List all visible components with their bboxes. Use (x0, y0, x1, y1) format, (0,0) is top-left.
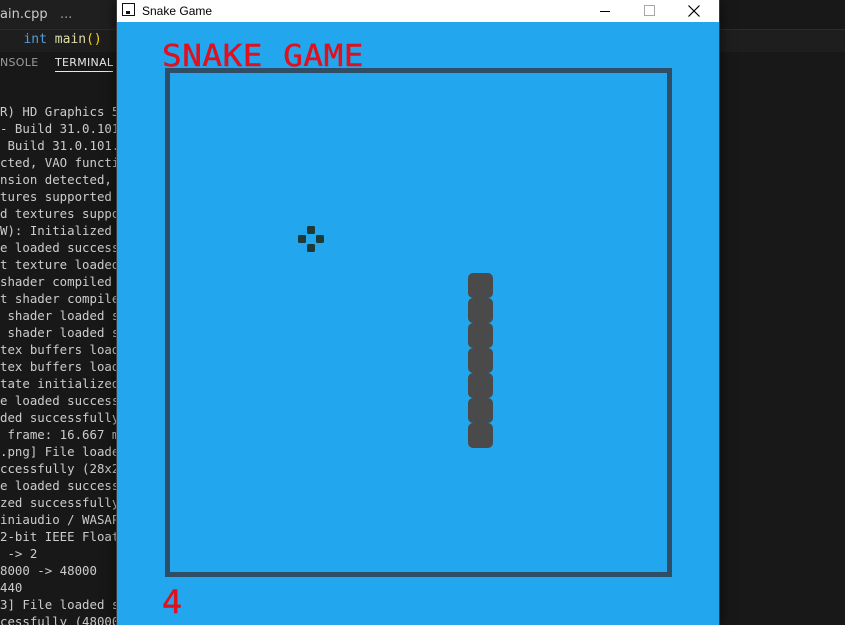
close-button[interactable] (671, 0, 717, 22)
terminal-line: t texture loaded (0, 257, 120, 272)
terminal-line: shader loaded su (0, 325, 127, 340)
maximize-icon (644, 5, 655, 16)
terminal-right-area (717, 74, 845, 625)
terminal-line: tex buffers loade (0, 342, 127, 357)
snake-segment (468, 373, 493, 398)
terminal-line: e loaded successf (0, 393, 127, 408)
terminal-line: shader loaded su (0, 308, 127, 323)
terminal-line: cted, VAO functio (0, 155, 127, 170)
snake-segment (468, 348, 493, 373)
snake-head (468, 273, 493, 298)
terminal-line: - Build 31.0.101. (0, 121, 127, 136)
maximize-button[interactable] (626, 0, 672, 22)
snake-segment (468, 298, 493, 323)
terminal-line: frame: 16.667 mi (0, 427, 127, 442)
breadcrumb-more[interactable]: ... (60, 0, 72, 29)
terminal-line: tate initialized (0, 376, 120, 391)
window-titlebar[interactable]: Snake Game (117, 0, 719, 22)
terminal-line: shader compiled s (0, 274, 127, 289)
tab-terminal[interactable]: TERMINAL (55, 52, 114, 72)
window-title: Snake Game (142, 4, 213, 18)
terminal-line: Build 31.0.101.2 (0, 138, 127, 153)
snake-segment (468, 423, 493, 448)
terminal-line: tures supported (0, 189, 112, 204)
terminal-line: 440 (0, 580, 23, 595)
terminal-line: d textures suppor (0, 206, 127, 221)
code-line: int main() (23, 32, 102, 47)
terminal-line: ccessfully (28x28 (0, 461, 127, 476)
terminal-line: 2-bit IEEE Floati (0, 529, 127, 544)
editor-tab-filename: ain.cpp (0, 7, 48, 22)
terminal-line: e loaded successf (0, 240, 127, 255)
terminal-line: nsion detected, f (0, 172, 127, 187)
game-board (165, 68, 672, 577)
terminal-line: R) HD Graphics 52 (0, 104, 127, 119)
terminal-line: 8000 -> 48000 (0, 563, 97, 578)
terminal-line: .png] File loaded (0, 444, 127, 459)
terminal-line: iniaudio / WASAPI (0, 512, 127, 527)
terminal-line: zed successfully (0, 495, 120, 510)
score-value: 4 (162, 585, 182, 619)
terminal-line: ded successfully (0, 410, 120, 425)
snake-game-window: Snake Game SNAKE GAME 4 (116, 0, 720, 625)
minimize-icon (600, 11, 610, 12)
snake-segment (468, 398, 493, 423)
snake-segment (468, 323, 493, 348)
close-icon (688, 5, 700, 17)
terminal-line: tex buffers loade (0, 359, 127, 374)
terminal-line: t shader compiled (0, 291, 127, 306)
terminal-line: W): Initialized s (0, 223, 127, 238)
food-icon (298, 226, 324, 252)
game-title: SNAKE GAME (162, 39, 364, 72)
terminal-line: e loaded successf (0, 478, 127, 493)
app-icon (122, 3, 135, 16)
tab-console[interactable]: NSOLE (0, 52, 38, 74)
terminal-line: -> 2 (0, 546, 38, 561)
minimize-button[interactable] (582, 0, 628, 22)
terminal-line: 3] File loaded su (0, 597, 127, 612)
editor-tab-main-cpp[interactable]: ain.cpp ... (0, 0, 118, 29)
score: 4 (162, 585, 183, 619)
